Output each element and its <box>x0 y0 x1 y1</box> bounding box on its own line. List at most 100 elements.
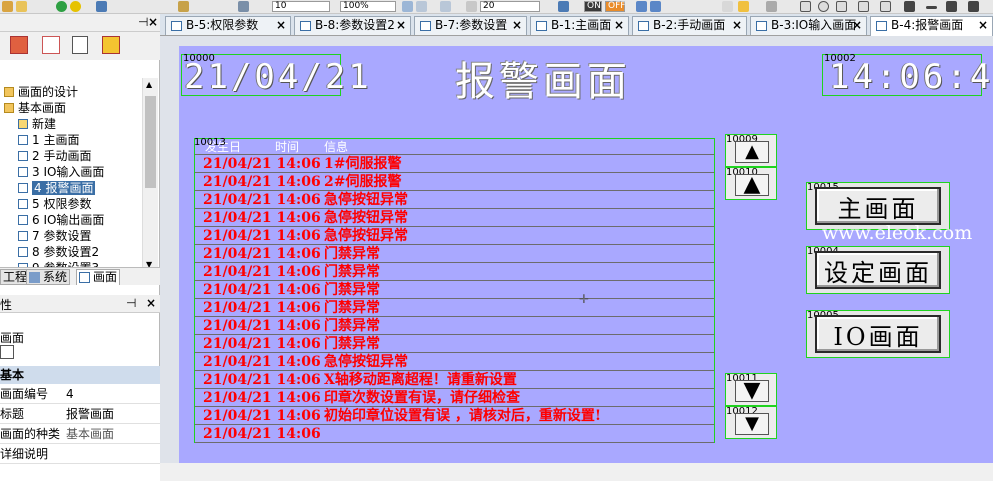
alarm-datetime: 21/04/21 14:06 <box>203 156 321 172</box>
image-icon[interactable] <box>2 1 13 12</box>
tab-4[interactable]: B-1:主画面 × <box>530 16 629 35</box>
tree-item[interactable]: 2 手动画面 <box>18 148 91 164</box>
rect-icon[interactable] <box>800 1 811 12</box>
screen-icon <box>18 247 28 257</box>
on-toggle[interactable]: ON <box>584 1 602 12</box>
close-icon[interactable]: × <box>852 17 862 34</box>
bookmark-icon[interactable] <box>96 1 107 12</box>
sort-icon[interactable] <box>0 345 14 359</box>
close-icon[interactable]: × <box>978 17 988 34</box>
text-icon[interactable] <box>722 1 733 12</box>
object-icon[interactable] <box>558 1 569 12</box>
tree-item[interactable]: 5 权限参数 <box>18 196 91 212</box>
palette-icon[interactable] <box>178 1 189 12</box>
property-grid[interactable]: 画面编号 4 标题 报警画面 画面的种类 基本画面 详细说明 <box>0 384 160 481</box>
tab-2[interactable]: B-8:参数设置2 × <box>294 16 411 35</box>
close-icon[interactable]: × <box>396 17 406 34</box>
arrow-left-icon[interactable] <box>636 1 647 12</box>
property-row[interactable]: 画面的种类 基本画面 <box>0 424 160 444</box>
tree-item[interactable]: 8 参数设置2 <box>18 244 99 260</box>
tree-scrollbar[interactable]: ▲ ▼ <box>142 78 158 274</box>
scroll-down-button[interactable]: 10011 ▼ <box>725 373 777 406</box>
close-icon[interactable]: × <box>614 17 624 34</box>
close-icon[interactable]: × <box>276 17 286 34</box>
property-row[interactable]: 画面编号 4 <box>0 384 160 404</box>
arc-icon[interactable] <box>858 1 869 12</box>
scroll-bottom-button[interactable]: 10012 ▼ <box>725 406 777 439</box>
line-icon[interactable] <box>766 1 777 12</box>
alarm-row: 21/04/21 14:06 门禁异常 <box>195 245 714 263</box>
property-value[interactable]: 4 <box>66 384 74 404</box>
text-tool-icon[interactable] <box>946 1 957 12</box>
property-value[interactable]: 报警画面 <box>66 404 114 424</box>
time-display[interactable]: 10002 14:06:49 <box>822 54 993 96</box>
pen-icon[interactable] <box>904 1 915 12</box>
tree-item[interactable]: 6 IO输出画面 <box>18 212 104 228</box>
tab-5[interactable]: B-2:手动画面 × <box>632 16 747 35</box>
tree-item[interactable]: 4 报警画面 <box>18 180 96 196</box>
snap-icon[interactable] <box>416 1 427 12</box>
minus-icon[interactable] <box>926 6 937 9</box>
screen-tree[interactable]: 画面的设计 基本画面 新建 1 主画面 2 手动画面 3 IO输入画面 4 报警画面 5 权限… <box>0 78 142 274</box>
alarm-row: 21/04/21 14:06 X轴移动距离超程！请重新设置 <box>195 371 714 389</box>
grid-size-icon[interactable] <box>466 1 477 12</box>
document-icon[interactable] <box>72 36 88 54</box>
zoom-select[interactable]: 100% <box>340 1 396 12</box>
scroll-up-button[interactable]: 10010 ▲ <box>725 167 777 200</box>
left-panel: ⊣ × 画面的设计 基本画面 新建 1 主画面 2 手动画面 3 IO输入画面 4 报警画面… <box>0 14 160 481</box>
tree-item[interactable]: 画面的设计 <box>4 84 78 100</box>
tab-3[interactable]: B-7:参数设置 × <box>414 16 527 35</box>
tab-system[interactable]: 系统 <box>26 269 71 285</box>
tab-1[interactable]: B-5:权限参数 × <box>165 16 291 35</box>
grid-size-select[interactable]: 20 <box>480 1 540 12</box>
scroll-top-button[interactable]: 10009 ▲ <box>725 134 777 167</box>
screen-icon <box>18 231 28 241</box>
scroll-up-icon[interactable]: ▲ <box>146 80 152 89</box>
property-value[interactable]: 基本画面 <box>66 424 114 444</box>
property-panel-header: 性 ⊣ × <box>0 295 160 313</box>
polygon-icon[interactable] <box>836 1 847 12</box>
close-icon[interactable]: × <box>732 17 742 34</box>
date-value: 21/04/21 <box>184 57 372 97</box>
property-row[interactable]: 标题 报警画面 <box>0 404 160 424</box>
property-panel-title: 性 <box>0 298 13 312</box>
pin-icon[interactable]: ⊣ <box>138 15 148 29</box>
tab-6[interactable]: B-3:IO输入画面 × <box>750 16 867 35</box>
property-row[interactable]: 详细说明 <box>0 444 160 464</box>
bitmap-icon[interactable] <box>880 1 891 12</box>
tree-item[interactable]: 1 主画面 <box>18 132 79 148</box>
arrow-right-icon[interactable] <box>650 1 661 12</box>
delete-screen-icon[interactable] <box>10 36 28 54</box>
setting-screen-button[interactable]: 10004 设定画面 <box>806 246 950 294</box>
tree-item[interactable]: 7 参数设置 <box>18 228 91 244</box>
picture-icon[interactable] <box>16 1 27 12</box>
off-toggle[interactable]: OFF <box>605 1 625 12</box>
io-screen-button[interactable]: 10005 IO画面 <box>806 310 950 358</box>
close-icon[interactable]: × <box>148 15 158 29</box>
tab-7[interactable]: B-4:报警画面 × <box>870 16 993 36</box>
zoom-icon[interactable] <box>238 1 249 12</box>
grid-icon[interactable] <box>402 1 413 12</box>
stop-icon[interactable] <box>70 1 81 12</box>
close-icon[interactable]: × <box>146 296 156 310</box>
font-size-select[interactable]: 10 <box>272 1 330 12</box>
tab-screen[interactable]: 画面 <box>76 269 121 285</box>
close-icon[interactable]: × <box>512 17 522 34</box>
tree-item[interactable]: 新建 <box>18 116 56 132</box>
copy-screen-icon[interactable] <box>42 36 60 54</box>
warning-icon[interactable] <box>102 36 120 54</box>
align-icon[interactable] <box>440 1 451 12</box>
tree-item[interactable]: 3 IO输入画面 <box>18 164 104 180</box>
date-display[interactable]: 10000 21/04/21 <box>181 54 369 96</box>
run-icon[interactable] <box>56 1 67 12</box>
alarm-history-table[interactable]: 10013 发生日 时间 信息 21/04/21 14:06 1#伺服报警 21/0… <box>194 138 715 443</box>
layout-icon[interactable] <box>968 1 979 12</box>
tree-item[interactable]: 基本画面 <box>4 100 66 116</box>
circle-icon[interactable] <box>818 1 829 12</box>
alarm-datetime: 21/04/21 14:06 <box>203 426 321 442</box>
alarm-message: 急停按钮异常 <box>324 192 408 208</box>
pin-icon[interactable]: ⊣ <box>126 296 136 310</box>
tag-icon[interactable] <box>738 1 749 12</box>
screen-icon <box>18 135 28 145</box>
scroll-thumb[interactable] <box>145 96 156 188</box>
